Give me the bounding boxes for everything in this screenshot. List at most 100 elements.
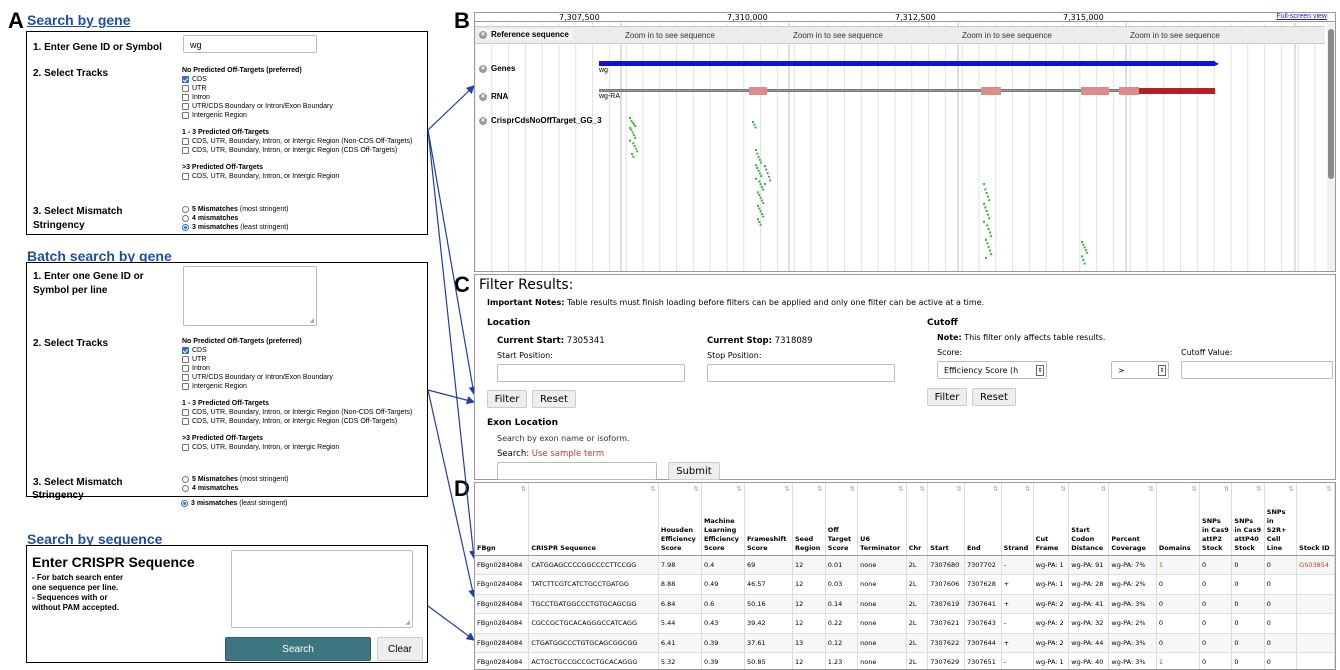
crispr-hit-mark[interactable] bbox=[757, 204, 759, 207]
submit-button[interactable]: Submit bbox=[668, 462, 720, 480]
crispr-hit-mark[interactable] bbox=[633, 144, 636, 147]
crispr-hit-mark[interactable] bbox=[985, 210, 988, 212]
crispr-hit-mark[interactable] bbox=[988, 199, 991, 202]
crispr-hit-mark[interactable] bbox=[762, 202, 765, 205]
crispr-hit-mark[interactable] bbox=[760, 161, 763, 164]
crispr-hit-mark[interactable] bbox=[990, 235, 993, 238]
crispr-hit-mark[interactable] bbox=[630, 119, 633, 122]
crispr-hit-mark[interactable] bbox=[757, 218, 759, 221]
browser-scrollbar[interactable] bbox=[1327, 23, 1335, 271]
crispr-hit-mark[interactable] bbox=[990, 253, 993, 256]
crispr-hit-mark[interactable] bbox=[985, 192, 988, 194]
crispr-hit-mark[interactable] bbox=[985, 256, 987, 259]
crispr-hit-mark[interactable] bbox=[634, 136, 637, 139]
crispr-hit-mark[interactable] bbox=[632, 142, 635, 145]
sort-icon[interactable]: ⇅ bbox=[693, 485, 699, 494]
crispr-hit-mark[interactable] bbox=[760, 175, 763, 178]
crispr-hit-mark[interactable] bbox=[759, 223, 762, 226]
sort-icon[interactable]: ⇅ bbox=[956, 485, 962, 494]
sort-icon[interactable]: ⇅ bbox=[1256, 485, 1262, 494]
column-header[interactable]: Stock ID ⇅ bbox=[1296, 483, 1335, 556]
crispr-hit-mark[interactable] bbox=[762, 215, 765, 218]
column-header[interactable]: SNPs in Cas9 attP2 Stock ⇅ bbox=[1199, 483, 1233, 556]
crispr-hit-mark[interactable] bbox=[753, 123, 756, 126]
crispr-hit-mark[interactable] bbox=[632, 123, 635, 126]
crispr-hit-mark[interactable] bbox=[631, 153, 633, 155]
crispr-hit-mark[interactable] bbox=[1084, 249, 1087, 252]
start-position-input[interactable] bbox=[497, 364, 685, 382]
table-row[interactable]: FBgn0284084 TGCCTGATGGCCCTGTGCAGCGG 6.84 0.… bbox=[475, 594, 1335, 614]
sort-icon[interactable]: ⇅ bbox=[1148, 485, 1154, 494]
column-header[interactable]: Cut Frame ⇅ bbox=[1033, 483, 1070, 556]
crispr-hit-mark[interactable] bbox=[758, 158, 761, 161]
crispr-hit-mark[interactable] bbox=[987, 228, 990, 230]
crispr-hit-mark[interactable] bbox=[631, 131, 634, 134]
column-header[interactable]: Strand ⇅ bbox=[1001, 483, 1034, 556]
table-row[interactable]: FBgn0284084 TATCTTCGTCATCTGCCTGATGG 8.88 0.… bbox=[475, 574, 1335, 595]
crispr-hit-mark[interactable] bbox=[983, 220, 985, 223]
exon-search-input[interactable] bbox=[497, 462, 657, 480]
crispr-hit-mark[interactable] bbox=[1081, 255, 1083, 258]
table-row[interactable]: FBgn0284084 ACTGCTGCCGCCGCTGCACAGGG 5.32 0.… bbox=[475, 652, 1335, 669]
column-header[interactable]: SNPs in S2R+ Cell Line ⇅ bbox=[1264, 483, 1298, 556]
crispr-hit-mark[interactable] bbox=[629, 117, 631, 119]
column-header[interactable]: Housden Efficiency Score ⇅ bbox=[658, 483, 702, 556]
sort-icon[interactable]: ⇅ bbox=[1224, 485, 1230, 494]
sort-icon[interactable]: ⇅ bbox=[736, 485, 742, 494]
crispr-hit-mark[interactable] bbox=[984, 206, 987, 209]
crispr-hit-mark[interactable] bbox=[765, 168, 768, 171]
crispr-hit-mark[interactable] bbox=[987, 246, 990, 248]
column-header[interactable]: U6 Terminator ⇅ bbox=[857, 483, 907, 556]
sort-icon[interactable]: ⇅ bbox=[650, 485, 656, 494]
crispr-hit-mark[interactable] bbox=[632, 155, 635, 158]
crispr-hit-mark[interactable] bbox=[757, 191, 759, 194]
cutoff-filter-button[interactable]: Filter bbox=[927, 388, 967, 406]
crispr-hit-mark[interactable] bbox=[759, 210, 762, 213]
crispr-hit-mark[interactable] bbox=[758, 172, 761, 175]
column-header[interactable]: End ⇅ bbox=[964, 483, 1002, 556]
table-row[interactable]: FBgn0284084 CTGATGGCCCTGTGCAGCGGCGG 6.41 0.… bbox=[475, 633, 1335, 653]
crispr-hit-mark[interactable] bbox=[1083, 246, 1086, 249]
crispr-hit-mark[interactable] bbox=[759, 196, 762, 199]
sort-icon[interactable]: ⇅ bbox=[1025, 485, 1031, 494]
crispr-hit-mark[interactable] bbox=[758, 194, 761, 196]
sort-icon[interactable]: ⇅ bbox=[1101, 485, 1107, 494]
crispr-hit-mark[interactable] bbox=[986, 242, 989, 245]
crispr-hit-mark[interactable] bbox=[631, 121, 634, 124]
crispr-hit-mark[interactable] bbox=[988, 217, 991, 220]
crispr-hit-mark[interactable] bbox=[760, 185, 763, 188]
column-header[interactable]: SNPs in Cas9 attP40 Stock ⇅ bbox=[1231, 483, 1265, 556]
column-header[interactable]: Start Codon Distance ⇅ bbox=[1068, 483, 1110, 556]
crispr-hit-mark[interactable] bbox=[755, 149, 757, 151]
crispr-hit-mark[interactable] bbox=[986, 213, 989, 216]
crispr-hit-mark[interactable] bbox=[758, 221, 761, 223]
sort-icon[interactable]: ⇅ bbox=[993, 485, 999, 494]
sort-icon[interactable]: ⇅ bbox=[817, 485, 823, 494]
crispr-hit-mark[interactable] bbox=[636, 150, 639, 153]
crispr-hit-mark[interactable] bbox=[760, 212, 763, 215]
table-row[interactable]: FBgn0284084 CGCCGCTGCACAGGGCCATCAGG 5.44 0.… bbox=[475, 613, 1335, 634]
crispr-hit-mark[interactable] bbox=[984, 188, 987, 191]
crispr-hit-mark[interactable] bbox=[988, 249, 991, 252]
crispr-hit-mark[interactable] bbox=[764, 165, 766, 167]
table-row[interactable]: FBgn0284084 CATGGAGCCCCGGCCCCTTCCGG 7.98 0.… bbox=[475, 555, 1335, 575]
cutoff-value-input[interactable] bbox=[1181, 361, 1333, 379]
score-select[interactable]: Efficiency Score (h ⇕ bbox=[937, 361, 1047, 379]
column-header[interactable]: CRISPR Sequence ⇅ bbox=[528, 483, 659, 556]
crispr-hit-mark[interactable] bbox=[762, 188, 765, 191]
crispr-hit-mark[interactable] bbox=[764, 183, 766, 185]
crispr-hit-mark[interactable] bbox=[983, 202, 985, 205]
crispr-hit-mark[interactable] bbox=[983, 183, 985, 185]
crispr-hit-mark[interactable] bbox=[757, 169, 760, 172]
crispr-hit-mark[interactable] bbox=[767, 175, 770, 178]
crispr-hit-mark[interactable] bbox=[758, 180, 761, 183]
crispr-hit-mark[interactable] bbox=[1082, 259, 1085, 261]
crispr-hit-mark[interactable] bbox=[758, 207, 761, 210]
sort-icon[interactable]: ⇅ bbox=[1288, 485, 1294, 494]
crispr-hit-mark[interactable] bbox=[1082, 243, 1085, 246]
crispr-hit-mark[interactable] bbox=[985, 238, 987, 241]
column-header[interactable]: Off Target Score ⇅ bbox=[825, 483, 859, 556]
column-header[interactable]: Frameshift Score ⇅ bbox=[744, 483, 793, 556]
crispr-hit-mark[interactable] bbox=[760, 199, 763, 202]
crispr-hit-mark[interactable] bbox=[756, 152, 759, 155]
